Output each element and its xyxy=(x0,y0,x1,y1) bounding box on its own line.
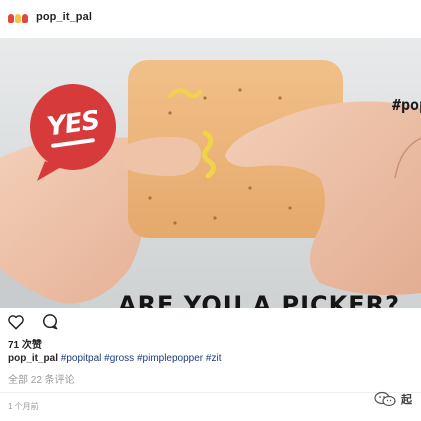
hashtag-link[interactable]: #popitpal xyxy=(61,353,102,364)
hashtag-link[interactable]: #gross xyxy=(104,353,134,364)
post-photo[interactable]: YES #popitpal ARE YOU A PICKER? xyxy=(0,38,421,308)
post-actions xyxy=(6,312,60,332)
comment-icon[interactable] xyxy=(40,312,60,332)
view-comments-link[interactable]: 全部 22 条评论 xyxy=(8,371,75,386)
post-username[interactable]: pop_it_pal xyxy=(36,11,92,23)
caption-username[interactable]: pop_it_pal xyxy=(8,353,58,364)
wechat-icon xyxy=(374,391,396,407)
overlay-hashtag: #popitpal xyxy=(392,96,421,114)
divider xyxy=(0,392,421,393)
like-count[interactable]: 71 次赞 xyxy=(8,336,42,351)
caption: pop_it_pal #popitpal #gross #pimplepoppe… xyxy=(8,353,221,364)
heart-icon[interactable] xyxy=(6,312,26,332)
watermark-text: 起 xyxy=(401,394,412,406)
watermark: 起 xyxy=(373,391,412,407)
post-header: pop_it_pal xyxy=(0,0,421,38)
hashtag-link[interactable]: #pimplepopper xyxy=(137,353,203,364)
photo-headline: ARE YOU A PICKER? xyxy=(118,290,401,308)
post-timestamp: 1 个月前 xyxy=(8,402,39,411)
avatar[interactable] xyxy=(8,12,30,24)
hashtag-link[interactable]: #zit xyxy=(206,353,222,364)
